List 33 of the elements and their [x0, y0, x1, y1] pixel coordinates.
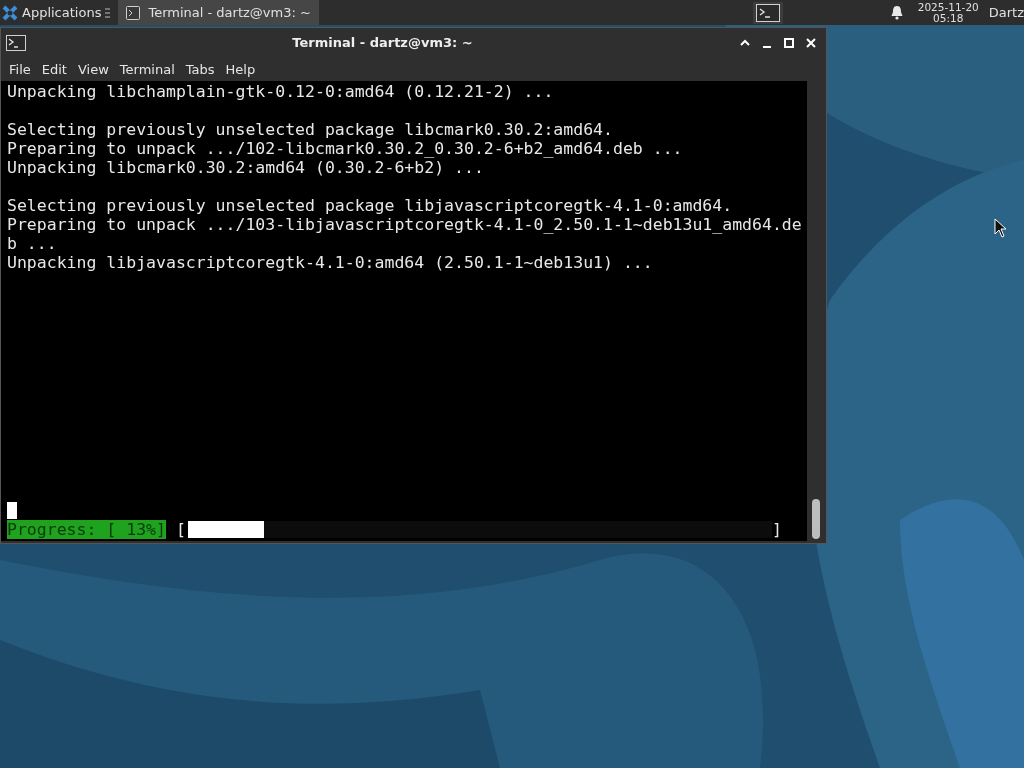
scrollbar-thumb[interactable] — [811, 499, 820, 539]
menu-item[interactable]: File — [5, 59, 35, 80]
mouse-pointer-icon — [994, 218, 1008, 238]
user-name[interactable]: Dartz — [988, 2, 1024, 23]
menu-item[interactable]: Tabs — [181, 59, 219, 80]
terminal-line: Preparing to unpack .../103-libjavascriptcoregtk-4.1-0_2.50.1-1~deb13u1_amd64.de — [7, 215, 803, 234]
terminal-line: Unpacking libjavascriptcoregtk-4.1-0:amd64 (2.50.1-1~deb13u1) ... — [7, 253, 654, 272]
terminal-line: Selecting previously unselected package libjavascriptcoregtk-4.1-0:amd64. — [7, 196, 734, 215]
menu-item[interactable]: Edit — [37, 59, 71, 80]
terminal-icon — [755, 3, 780, 22]
terminal-icon — [6, 35, 26, 51]
progress-bracket: ] — [771, 520, 782, 539]
notification-bell-icon[interactable] — [889, 5, 904, 20]
terminal-line: b ... — [7, 234, 58, 253]
close-icon[interactable] — [805, 37, 817, 49]
menu-icon — [105, 7, 111, 18]
window-title: Terminal - dartz@vm3: ~ — [291, 34, 474, 53]
maximize-icon[interactable] — [783, 37, 795, 49]
clock[interactable]: 2025-11-20 05:18 — [917, 1, 979, 24]
terminal-line: Unpacking libcmark0.30.2:amd64 (0.30.2-6+b2) ... — [7, 158, 485, 177]
terminal-line: Preparing to unpack .../102-libcmark0.30.2_0.30.2-6+b2_amd64.deb ... — [7, 139, 684, 158]
menu-item[interactable]: View — [73, 59, 113, 80]
text-cursor — [7, 502, 17, 519]
terminal-line: Selecting previously unselected package libcmark0.30.2:amd64. — [7, 120, 614, 139]
terminal-launcher[interactable] — [752, 1, 783, 24]
terminal-icon — [126, 5, 141, 20]
progress-bracket: [ — [175, 520, 186, 539]
progress-label: Progress: [ 13%] — [7, 520, 166, 539]
menu-item[interactable]: Terminal — [115, 59, 179, 80]
taskbar-item[interactable]: Terminal - dartz@vm3: ~ — [118, 0, 319, 25]
applications-menu[interactable]: Applications — [0, 0, 106, 25]
terminal-line: Unpacking libchamplain-gtk-0.12-0:amd64 (0.12.21-2) ... — [7, 82, 555, 101]
menu-item[interactable]: Help — [221, 59, 260, 80]
